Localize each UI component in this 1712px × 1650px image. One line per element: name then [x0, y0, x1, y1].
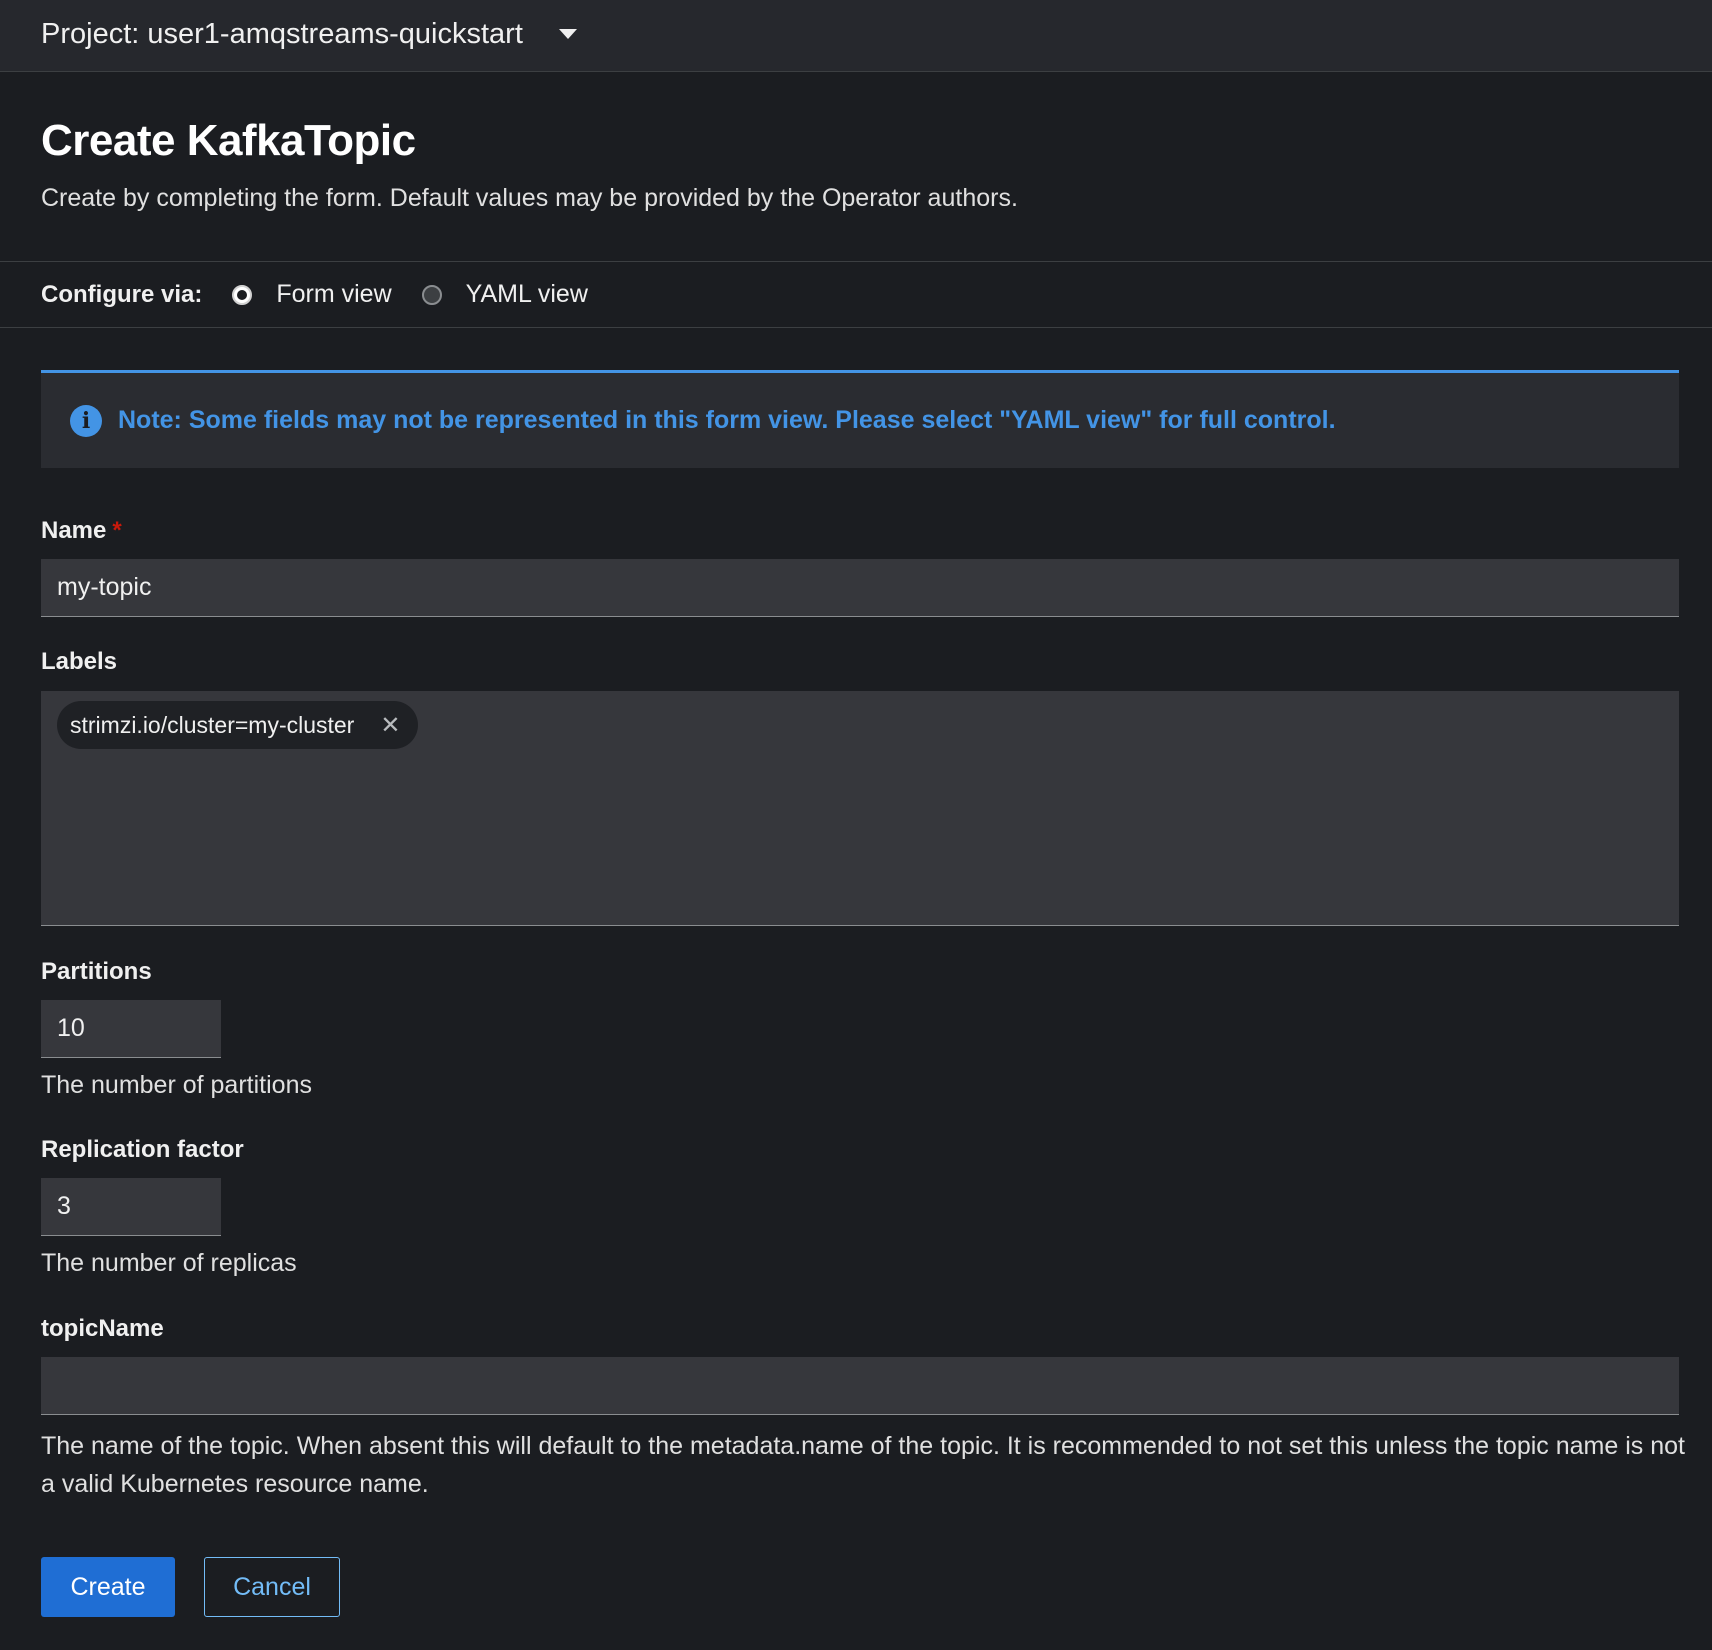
- top-bar: Project: user1-amqstreams-quickstart: [0, 0, 1712, 72]
- yaml-view-label: YAML view: [465, 280, 588, 308]
- caret-down-icon[interactable]: [558, 29, 577, 39]
- replication-input[interactable]: [41, 1178, 221, 1236]
- yaml-view-radio[interactable]: [421, 284, 442, 305]
- page-description: Create by completing the form. Default v…: [41, 184, 1018, 212]
- required-marker: *: [112, 517, 122, 544]
- topicname-helper: The name of the topic. When absent this …: [41, 1432, 1685, 1498]
- alert-text: Note: Some fields may not be represented…: [118, 406, 1336, 434]
- form-view-option[interactable]: Form view: [232, 280, 392, 309]
- project-label: Project: user1-amqstreams-quickstart: [41, 17, 523, 50]
- project-selector[interactable]: Project: user1-amqstreams-quickstart: [41, 14, 577, 54]
- create-button[interactable]: Create: [41, 1557, 175, 1617]
- labels-field-label: Labels: [41, 648, 118, 675]
- partitions-field-label: Partitions: [41, 958, 152, 985]
- name-input[interactable]: [41, 559, 1679, 617]
- page-title: Create KafkaTopic: [41, 116, 416, 165]
- cancel-button[interactable]: Cancel: [204, 1557, 340, 1617]
- page-header: Create KafkaTopic Create by completing t…: [0, 72, 1712, 262]
- topicname-field-label: topicName: [41, 1315, 164, 1342]
- name-field-label: Name *: [41, 517, 122, 545]
- name-label-text: Name: [41, 517, 107, 544]
- form-view-radio[interactable]: [232, 284, 253, 305]
- configure-via-label: Configure via:: [41, 280, 203, 308]
- form-view-label: Form view: [276, 280, 392, 308]
- label-chip-text: strimzi.io/cluster=my-cluster: [70, 711, 355, 738]
- topicname-input[interactable]: [41, 1357, 1679, 1415]
- configure-via-bar: Configure via: Form view YAML view: [0, 262, 1712, 328]
- info-icon: i: [70, 404, 102, 437]
- yaml-view-option[interactable]: YAML view: [421, 280, 588, 309]
- replication-field-label: Replication factor: [41, 1136, 244, 1163]
- replication-helper: The number of replicas: [41, 1249, 297, 1277]
- close-icon[interactable]: ✕: [380, 711, 400, 739]
- labels-input[interactable]: strimzi.io/cluster=my-cluster ✕: [41, 691, 1679, 926]
- partitions-input[interactable]: [41, 1000, 221, 1058]
- label-chip: strimzi.io/cluster=my-cluster ✕: [57, 701, 419, 749]
- partitions-helper: The number of partitions: [41, 1071, 312, 1099]
- info-alert: i Note: Some fields may not be represent…: [41, 370, 1679, 468]
